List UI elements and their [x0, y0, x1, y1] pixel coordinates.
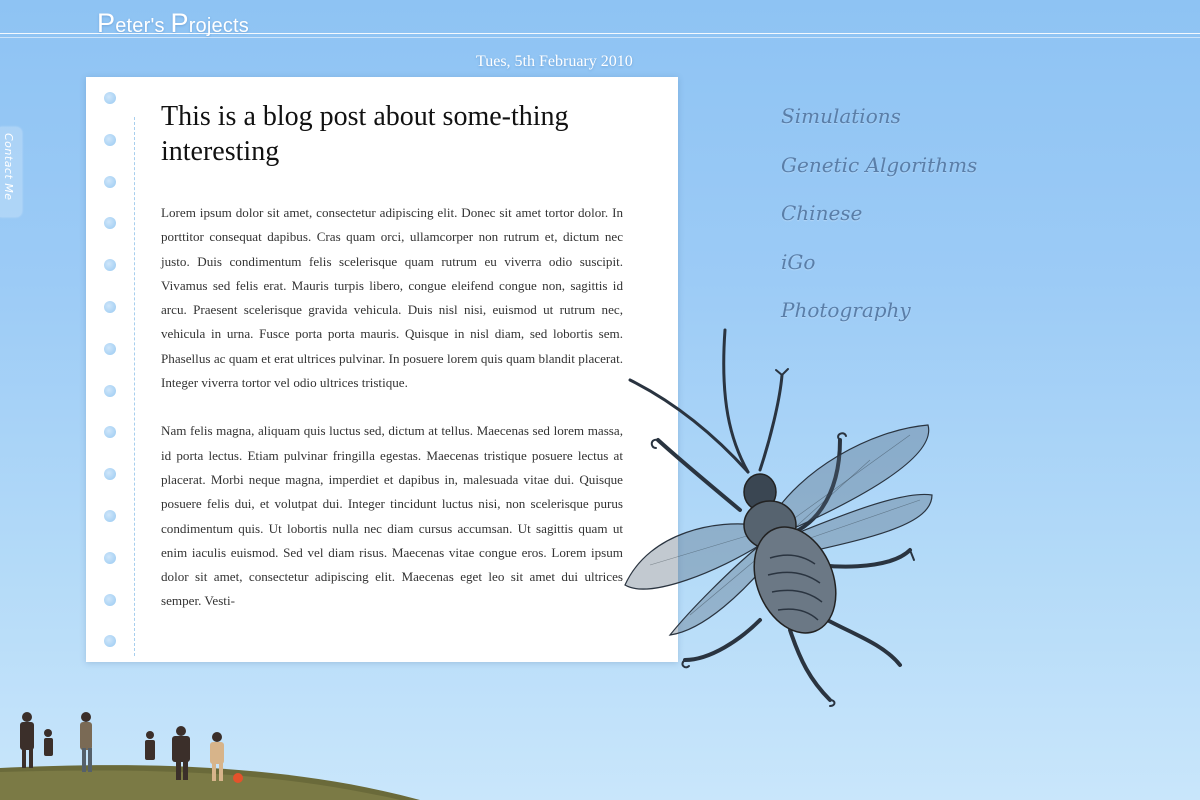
header-divider [0, 33, 1200, 34]
post-paragraph: Nam felis magna, aliquam quis luctus sed… [161, 423, 623, 609]
post-title: This is a blog post about some-thing int… [161, 101, 569, 167]
notebook-hole-icon [104, 175, 116, 188]
nav-item-chinese[interactable]: Chinese [781, 201, 977, 250]
blog-post-card: This is a blog post about some-thing int… [86, 77, 678, 662]
contact-me-tab[interactable]: Contact Me [0, 127, 22, 217]
beetle-illustration [624, 328, 933, 707]
nav-item-simulations[interactable]: Simulations [781, 104, 977, 153]
post-body: Lorem ipsum dolor sit amet, consectetur … [161, 201, 623, 638]
nav-item-igo[interactable]: iGo [781, 250, 977, 299]
notebook-hole-icon [104, 468, 116, 481]
site-title[interactable]: Peter's Projects [97, 8, 249, 39]
notebook-hole-icon [104, 510, 116, 522]
notebook-hole-icon [104, 635, 116, 648]
hillside-with-people [0, 712, 420, 800]
notebook-hole-icon [104, 426, 116, 439]
notebook-hole-icon [104, 92, 116, 104]
notebook-hole-icon [104, 384, 116, 397]
notebook-hole-icon [104, 551, 116, 564]
post-paragraph: Lorem ipsum dolor sit amet, consectetur … [161, 205, 623, 391]
margin-line [134, 117, 135, 656]
notebook-hole-icon [104, 133, 116, 146]
notebook-hole-icon [104, 593, 116, 606]
notebook-hole-icon [104, 301, 116, 313]
notebook-hole-icon [104, 342, 116, 355]
header-divider-secondary [0, 37, 1200, 38]
notebook-hole-icon [104, 217, 116, 230]
post-date: Tues, 5th February 2010 [476, 53, 633, 70]
side-nav: Simulations Genetic Algorithms Chinese i… [781, 104, 977, 347]
contact-me-label: Contact Me [2, 133, 15, 201]
notebook-hole-icon [104, 259, 116, 272]
nav-item-genetic-algorithms[interactable]: Genetic Algorithms [781, 153, 977, 202]
